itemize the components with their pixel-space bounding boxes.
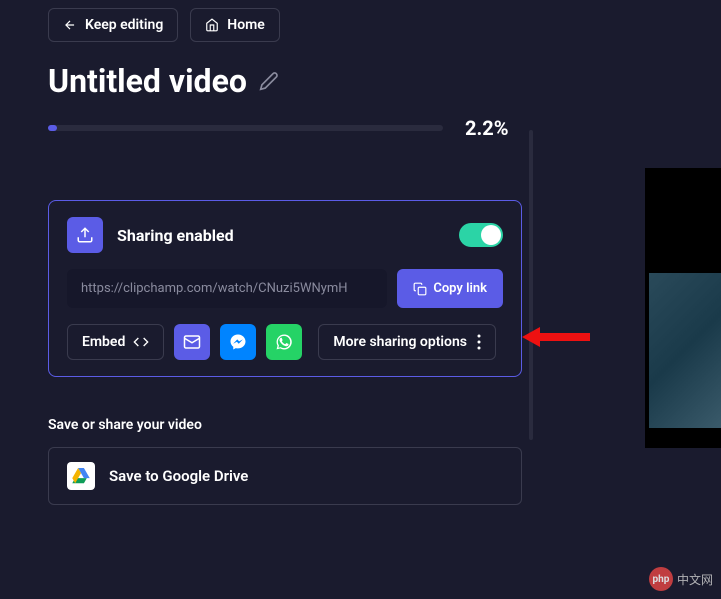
upload-progress-bar: [48, 125, 443, 131]
mail-icon: [183, 333, 201, 351]
keep-editing-button[interactable]: Keep editing: [48, 8, 178, 42]
whatsapp-share-button[interactable]: [266, 324, 302, 360]
upload-icon: [76, 226, 94, 244]
messenger-icon: [229, 333, 247, 351]
home-icon: [205, 18, 219, 32]
annotation-arrow: [536, 333, 590, 341]
more-sharing-label: More sharing options: [333, 334, 467, 350]
upload-icon-box: [67, 217, 103, 253]
arrow-left-icon: [63, 18, 77, 32]
google-drive-label: Save to Google Drive: [109, 467, 248, 485]
sharing-panel: Sharing enabled Copy link Embed More sha…: [48, 200, 522, 377]
google-drive-icon: [67, 462, 95, 490]
video-title: Untitled video: [48, 62, 247, 100]
vertical-divider: [529, 130, 533, 440]
embed-label: Embed: [82, 334, 125, 350]
more-sharing-button[interactable]: More sharing options: [318, 324, 496, 360]
edit-title-button[interactable]: [259, 71, 279, 91]
more-vertical-icon: [477, 334, 481, 350]
keep-editing-label: Keep editing: [85, 17, 163, 33]
save-section-label: Save or share your video: [48, 417, 673, 433]
save-google-drive-button[interactable]: Save to Google Drive: [48, 447, 522, 505]
progress-percent: 2.2%: [465, 116, 509, 140]
video-preview: [645, 168, 721, 448]
watermark-text: 中文网: [677, 571, 713, 588]
copy-icon: [413, 282, 427, 296]
embed-button[interactable]: Embed: [67, 324, 164, 360]
preview-frame: [649, 273, 721, 428]
code-icon: [133, 334, 149, 350]
share-url-input[interactable]: [67, 269, 387, 308]
sharing-title: Sharing enabled: [117, 226, 445, 245]
copy-link-button[interactable]: Copy link: [397, 269, 503, 308]
copy-link-label: Copy link: [433, 281, 487, 296]
toggle-knob: [481, 225, 501, 245]
email-share-button[interactable]: [174, 324, 210, 360]
home-label: Home: [227, 17, 265, 33]
messenger-share-button[interactable]: [220, 324, 256, 360]
home-button[interactable]: Home: [190, 8, 280, 42]
whatsapp-icon: [275, 333, 293, 351]
progress-fill: [48, 125, 57, 131]
pencil-icon: [259, 71, 279, 91]
sharing-toggle[interactable]: [459, 223, 503, 247]
watermark-logo: php: [649, 567, 673, 591]
watermark: php 中文网: [649, 567, 713, 591]
